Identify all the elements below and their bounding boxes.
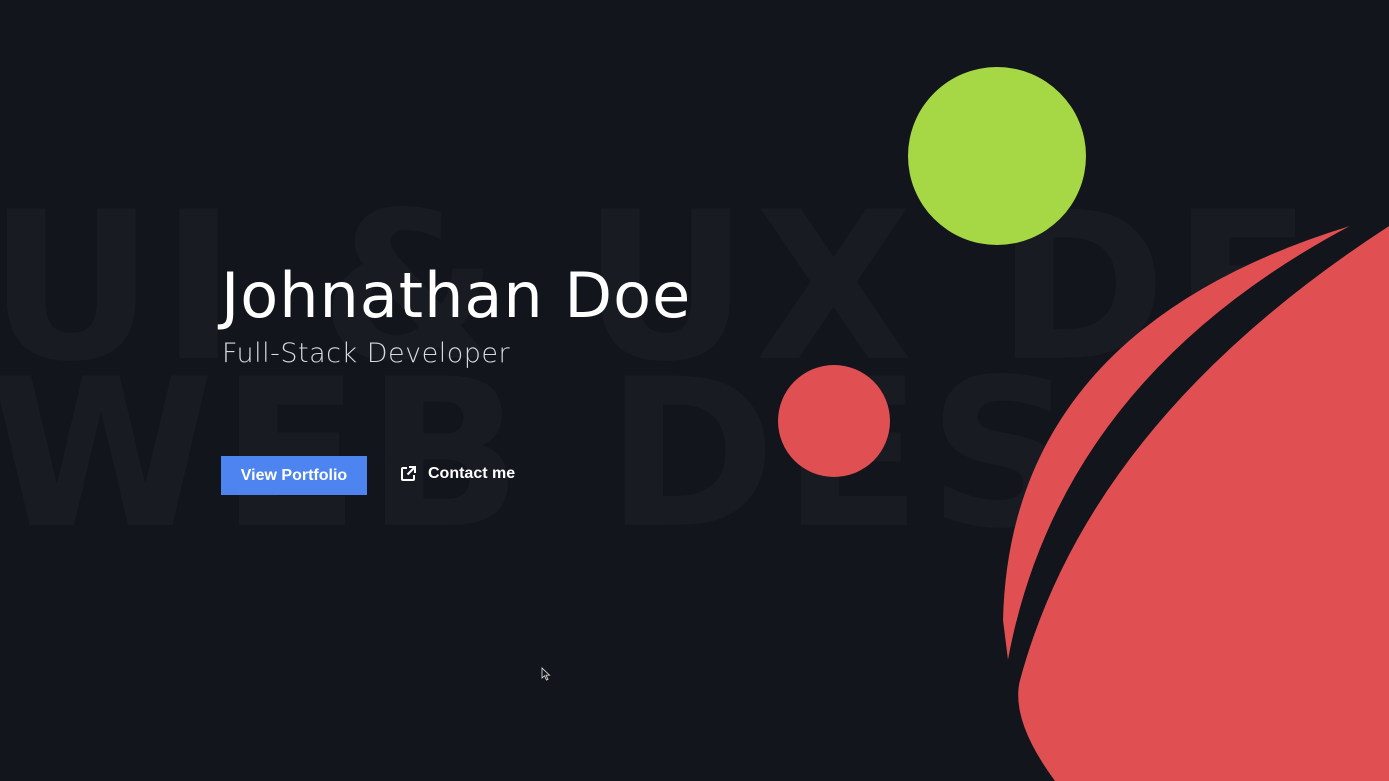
external-link-icon [401,466,416,481]
contact-me-link[interactable]: Contact me [400,465,515,483]
decorative-shapes [778,67,1389,781]
contact-me-label: Contact me [428,464,516,482]
hero-role-subtitle: Full-Stack Developer [222,338,511,370]
mouse-pointer-icon [541,667,551,681]
portfolio-hero-page: UI & UX DE WEB DES Johnathan Doe Full-St… [0,0,1389,781]
hero-name-heading: Johnathan Doe [221,259,692,332]
green-circle [908,67,1086,245]
hero-text-block: Johnathan Doe Full-Stack Developer [221,259,692,370]
view-portfolio-button[interactable]: View Portfolio [221,456,367,495]
hero-actions: View Portfolio Contact me [221,456,515,495]
small-red-circle [778,365,890,477]
